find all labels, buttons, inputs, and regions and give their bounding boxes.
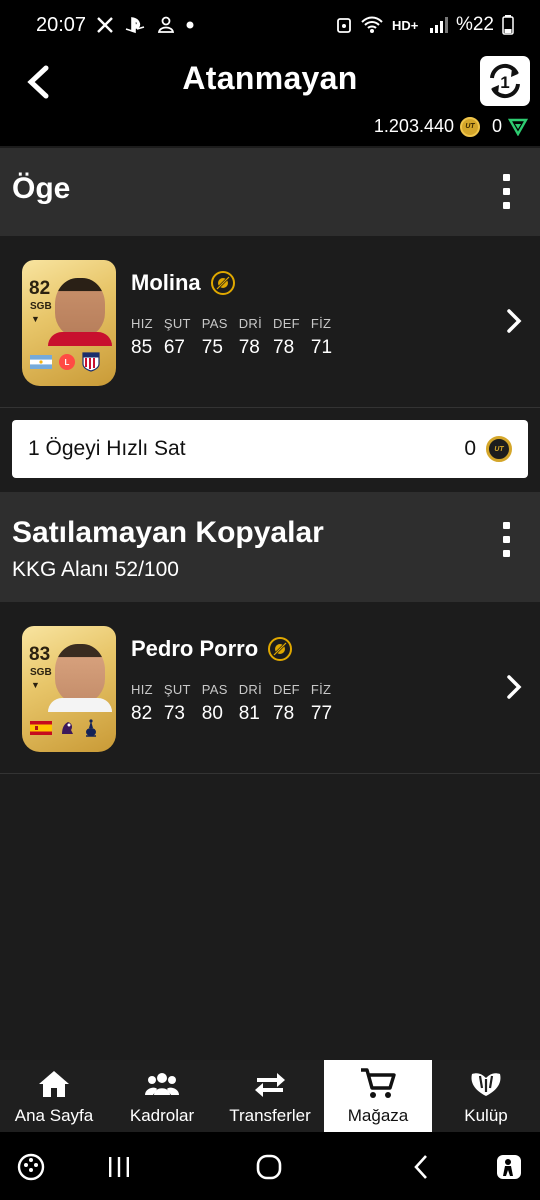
- stat-physical: FİZ 71: [310, 316, 333, 358]
- section-title-item: Öge: [12, 172, 71, 205]
- stat-shooting: ŞUT 73: [163, 682, 191, 724]
- argentina-flag-icon: [30, 355, 52, 369]
- chevron-right-icon[interactable]: [504, 674, 524, 700]
- item-options-kebab-icon[interactable]: [494, 174, 518, 209]
- nav-home[interactable]: Ana Sayfa: [0, 1060, 108, 1132]
- quick-sell-label: 1 Ögeyi Hızlı Sat: [28, 437, 186, 460]
- squad-icon: [145, 1068, 179, 1100]
- hd-voice-icon: HD+: [392, 16, 420, 34]
- bottom-navigation: Ana Sayfa Kadrolar Transferler Mağaza Ku…: [0, 1060, 540, 1132]
- game-launcher-icon[interactable]: [14, 1150, 48, 1184]
- quick-sell-value: 0: [464, 437, 476, 460]
- coin-icon: UT: [486, 436, 512, 462]
- stat-defending: DEF 78: [273, 682, 300, 724]
- premier-league-badge-icon: [62, 722, 73, 734]
- home-system-icon[interactable]: [252, 1150, 286, 1184]
- stat-physical: FİZ 77: [310, 682, 333, 724]
- stat-defending: DEF 78: [273, 316, 300, 358]
- stat-dribbling: DRİ 81: [238, 682, 262, 724]
- stat-pace: HIZ 82: [131, 682, 153, 724]
- player-face-image: [55, 644, 105, 702]
- battery-icon: [502, 15, 514, 35]
- points-balance: 0: [491, 116, 502, 136]
- home-icon: [37, 1068, 71, 1100]
- top-header: Atanmayan 1 1.203.440 UT 0: [0, 50, 540, 146]
- stat-dribbling: DRİ 78: [238, 316, 262, 358]
- card-chem-icon: ▼: [31, 680, 40, 690]
- player-shirt: [48, 332, 112, 346]
- atletico-madrid-badge-icon: [82, 352, 100, 372]
- status-bar: 20:07 HD+ %22: [0, 0, 540, 50]
- stat-shooting: ŞUT 67: [163, 316, 191, 358]
- duplicates-options-kebab-icon[interactable]: [494, 522, 518, 557]
- card-chem-icon: ▼: [31, 314, 40, 324]
- laliga-badge-icon: L: [59, 354, 75, 370]
- battery-percent: %22: [455, 14, 494, 35]
- back-system-icon[interactable]: [404, 1150, 438, 1184]
- wifi-icon: [360, 16, 384, 34]
- player-stats: HIZ 85 ŞUT 67 PAS 75 DRİ 78 DEF 78 FİZ 71: [131, 316, 343, 359]
- tottenham-badge-icon: [86, 719, 96, 737]
- cart-icon: [360, 1068, 396, 1100]
- status-time: 20:07: [36, 13, 87, 36]
- card-badges: L: [30, 352, 100, 372]
- player-row-pedro-porro[interactable]: 83 SGB ▼ Pedro Porro HIZ 82 ŞUT 73 PAS 80 D…: [0, 602, 540, 774]
- player-card-pedro-porro: 83 SGB ▼: [22, 626, 116, 752]
- svg-text:L: L: [65, 358, 70, 367]
- data-saver-icon: [336, 16, 352, 34]
- untradeable-icon: [268, 637, 293, 661]
- stat-passing: PAS 80: [201, 682, 228, 724]
- nav-transfers[interactable]: Transferler: [216, 1060, 324, 1132]
- card-rating: 82: [29, 278, 51, 299]
- card-rating: 83: [29, 644, 51, 665]
- section-title-duplicates: Satılamayan Kopyalar: [12, 516, 324, 549]
- svg-text:HD+: HD+: [392, 18, 419, 33]
- nav-club[interactable]: Kulüp: [432, 1060, 540, 1132]
- signal-icon: [428, 16, 448, 34]
- refresh-icon: 1: [490, 63, 520, 99]
- untradeable-icon: [210, 271, 235, 295]
- card-badges: [30, 718, 100, 738]
- card-position: SGB: [30, 667, 52, 678]
- spain-flag-icon: [30, 721, 52, 735]
- section-header-item: Öge: [0, 148, 540, 236]
- coin-icon: UT: [459, 116, 480, 137]
- nav-squads[interactable]: Kadrolar: [108, 1060, 216, 1132]
- currency-display: 1.203.440 UT 0: [374, 116, 528, 137]
- player-stats: HIZ 82 ŞUT 73 PAS 80 DRİ 81 DEF 78 FİZ 77: [131, 682, 343, 725]
- player-face-image: [55, 278, 105, 336]
- x-app-icon: [96, 16, 114, 34]
- nav-store[interactable]: Mağaza: [324, 1060, 432, 1132]
- quick-sell-button[interactable]: 1 Ögeyi Hızlı Sat 0 UT: [12, 420, 528, 478]
- section-subtitle-sbc-storage: KKG Alanı 52/100: [12, 558, 179, 581]
- player-shirt: [48, 698, 112, 712]
- app-screen: 20:07 HD+ %22 Atanmayan 1 1.203.440 UT 0…: [0, 0, 540, 1200]
- refresh-button[interactable]: 1: [480, 56, 530, 106]
- card-position: SGB: [30, 301, 52, 312]
- page-title: Atanmayan: [182, 60, 358, 96]
- club-icon: [468, 1068, 504, 1100]
- section-header-duplicates: Satılamayan Kopyalar KKG Alanı 52/100: [0, 492, 540, 602]
- player-row-molina[interactable]: 82 SGB ▼ L Molina HIZ 85 ŞUT 67 PAS 75 DRİ 7…: [0, 236, 540, 408]
- player-name: Pedro Porro: [131, 636, 293, 662]
- recent-apps-icon[interactable]: [102, 1150, 136, 1184]
- player-card-molina: 82 SGB ▼ L: [22, 260, 116, 386]
- transfer-icon: [253, 1068, 287, 1100]
- system-navigation-bar: [0, 1132, 540, 1200]
- notification-app-icon: [156, 15, 176, 35]
- coin-balance: 1.203.440: [373, 116, 454, 136]
- points-icon: [508, 118, 528, 136]
- svg-text:1: 1: [500, 73, 509, 92]
- chevron-right-icon[interactable]: [504, 308, 524, 334]
- stat-pace: HIZ 85: [131, 316, 153, 358]
- more-notifications-dot-icon: [186, 21, 194, 29]
- accessibility-icon[interactable]: [492, 1150, 526, 1184]
- player-name: Molina: [131, 270, 235, 296]
- playstation-icon: [124, 16, 146, 34]
- stat-passing: PAS 75: [201, 316, 228, 358]
